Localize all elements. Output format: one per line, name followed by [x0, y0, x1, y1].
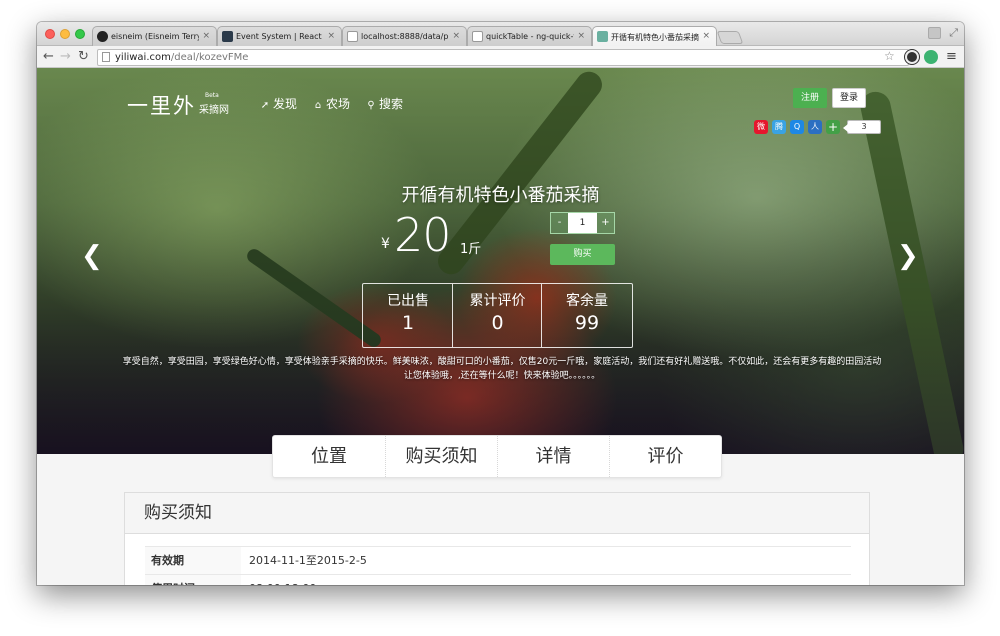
price-currency: ¥: [381, 236, 390, 252]
deal-stats: 已出售 1 累计评价 0 客余量 99: [362, 283, 633, 348]
hero-overlay: [37, 68, 964, 454]
carousel-next-icon[interactable]: ❯: [897, 243, 919, 269]
notice-value: 2014-11-1至2015-2-5: [249, 554, 367, 567]
close-window-button[interactable]: [45, 29, 55, 39]
tab-reviews[interactable]: 评价: [609, 436, 721, 477]
notice-row: 有效期 2014-11-1至2015-2-5: [145, 546, 851, 574]
logo-beta: Beta: [205, 92, 219, 99]
fullscreen-icon[interactable]: ⤢: [949, 26, 958, 40]
url-host: yiliwai.com: [115, 52, 171, 63]
buy-button[interactable]: 购买: [550, 244, 615, 265]
tab-strip: eisneim (Eisneim Terry) · GitHub × Event…: [37, 22, 964, 46]
tab-close-icon[interactable]: ×: [202, 31, 210, 41]
browser-window: eisneim (Eisneim Terry) · GitHub × Event…: [37, 22, 964, 585]
page-icon: [347, 31, 358, 42]
stat-remaining: 客余量 99: [541, 284, 632, 347]
share-more-icon[interactable]: +: [826, 120, 840, 134]
page-icon: [472, 31, 483, 42]
notice-row: 使用时间 08:00-18:00: [145, 574, 851, 585]
browser-tab[interactable]: localhost:8888/data/portfolio ×: [342, 26, 467, 46]
tab-location[interactable]: 位置: [273, 436, 385, 477]
home-icon: ⌂: [314, 100, 322, 111]
site-logo[interactable]: 一里外 Beta 采摘网: [127, 90, 229, 120]
bookmark-star-icon[interactable]: ☆: [884, 49, 895, 63]
price-unit: 1斤: [460, 242, 482, 257]
url-path: /deal/kozevFMe: [170, 52, 249, 63]
minimize-window-button[interactable]: [60, 29, 70, 39]
deal-title: 开循有机特色小番茄采摘: [401, 185, 600, 206]
share-count: 3: [843, 120, 881, 134]
search-icon: ⚲: [367, 100, 375, 111]
tab-purchase-notice[interactable]: 购买须知: [385, 436, 497, 477]
notice-key: 有效期: [145, 547, 241, 574]
extension-icon[interactable]: [924, 50, 938, 64]
notice-key: 使用时间: [145, 575, 241, 585]
register-button[interactable]: 注册: [793, 88, 827, 108]
tab-close-icon[interactable]: ×: [577, 31, 585, 41]
nav-search[interactable]: ⚲ 搜索: [365, 95, 403, 112]
address-bar[interactable]: yiliwai.com/deal/kozevFMe: [97, 49, 909, 66]
site-favicon-icon: [597, 31, 608, 42]
tab-close-icon[interactable]: ×: [702, 31, 710, 41]
hero-banner: 一里外 Beta 采摘网 ➚ 发现 ⌂ 农场 ⚲ 搜索 注册 登录 微 腾 Q 人 +…: [37, 68, 964, 454]
tencent-weibo-icon[interactable]: 腾: [772, 120, 786, 134]
paper-plane-icon: ➚: [260, 100, 270, 111]
reload-icon[interactable]: ↻: [78, 48, 89, 66]
browser-tab[interactable]: quickTable - ng-quick-table ×: [467, 26, 592, 46]
quantity-decrease-button[interactable]: -: [551, 213, 568, 233]
browser-tab-active[interactable]: 开循有机特色小番茄采摘_一里外 ×: [592, 26, 717, 46]
quantity-stepper: - 1 +: [550, 212, 615, 234]
browser-tab[interactable]: Event System | React ×: [217, 26, 342, 46]
section-tab-bar: 位置 购买须知 详情 评价: [272, 435, 722, 478]
purchase-notice-panel: 购买须知 有效期 2014-11-1至2015-2-5 使用时间 08:00-1…: [124, 492, 870, 585]
stat-sold: 已出售 1: [387, 293, 429, 334]
nav-farm[interactable]: ⌂ 农场: [312, 95, 350, 112]
zoom-window-button[interactable]: [75, 29, 85, 39]
tab-close-icon[interactable]: ×: [452, 31, 460, 41]
deal-description: 享受自然，享受田园，享受绿色好心情，享受体验亲手采摘的快乐。鲜美味浓，酸甜可口的…: [122, 357, 882, 381]
browser-tab[interactable]: eisneim (Eisneim Terry) · GitHub ×: [92, 26, 217, 46]
tab-close-icon[interactable]: ×: [327, 31, 335, 41]
react-icon: [222, 31, 233, 42]
extension-icon[interactable]: [905, 50, 919, 64]
nav-discover[interactable]: ➚ 发现: [259, 95, 297, 112]
login-button[interactable]: 登录: [832, 88, 866, 108]
stat-reviews: 累计评价 0: [452, 284, 542, 347]
panel-heading: 购买须知: [125, 493, 869, 534]
browser-toolbar: ← → ↻ yiliwai.com/deal/kozevFMe ☆ ≡: [37, 46, 964, 68]
qzone-icon[interactable]: Q: [790, 120, 804, 134]
forward-icon[interactable]: →: [60, 48, 71, 66]
quantity-input[interactable]: 1: [568, 213, 597, 233]
profile-icon[interactable]: [928, 27, 941, 39]
renren-icon[interactable]: 人: [808, 120, 822, 134]
carousel-prev-icon[interactable]: ❮: [81, 243, 103, 269]
weibo-icon[interactable]: 微: [754, 120, 768, 134]
menu-icon[interactable]: ≡: [946, 49, 957, 64]
new-tab-button[interactable]: [716, 31, 744, 44]
notice-value: 08:00-18:00: [249, 575, 316, 585]
github-icon: [97, 31, 108, 42]
price-value: 20: [394, 208, 452, 262]
logo-subtitle: 采摘网: [199, 105, 229, 116]
logo-text: 一里外: [127, 94, 196, 118]
back-icon[interactable]: ←: [43, 48, 54, 66]
page-icon: [102, 52, 110, 62]
tab-details[interactable]: 详情: [497, 436, 609, 477]
quantity-increase-button[interactable]: +: [597, 213, 614, 233]
